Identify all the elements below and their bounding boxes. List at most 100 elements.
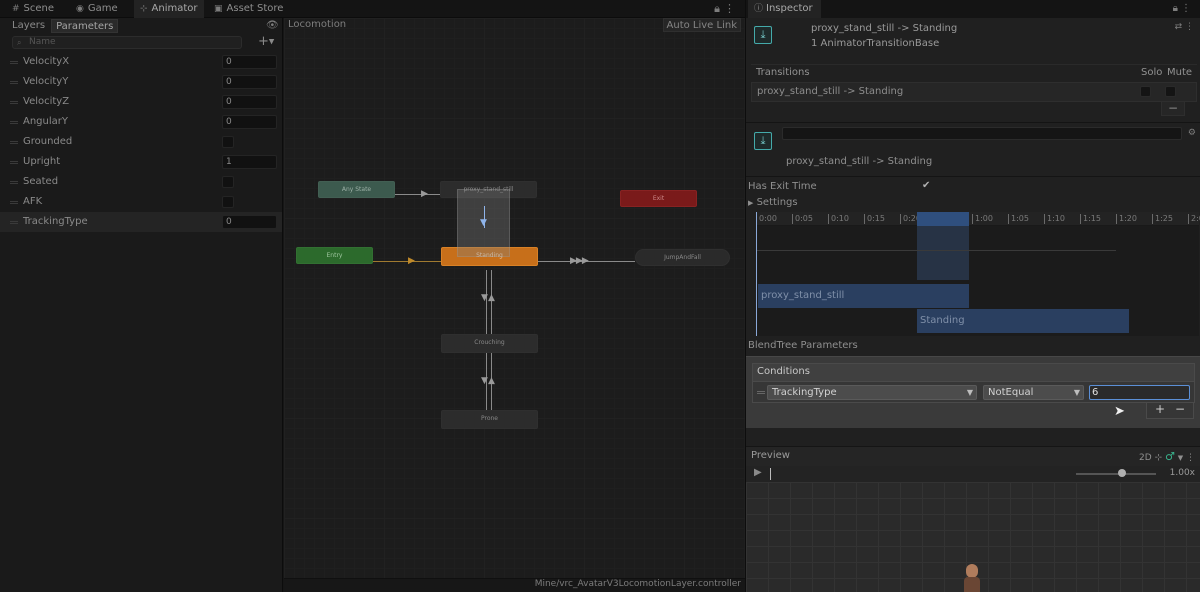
state-any-state[interactable]: Any State <box>318 181 395 198</box>
preview-viewport[interactable] <box>746 482 1200 592</box>
gear-icon[interactable]: ⚙ <box>1188 128 1196 138</box>
timeline-tick-label: 1:00 <box>972 214 993 224</box>
settings-foldout[interactable]: ▶ Settings <box>748 197 798 208</box>
parameter-search-input[interactable]: ⌕ Name <box>12 36 242 49</box>
pivot-icon[interactable]: ⊹ <box>1155 453 1163 463</box>
preview-2d-toggle[interactable]: 2D <box>1139 453 1152 463</box>
parameter-value-field[interactable]: 0 <box>222 215 277 229</box>
transition-row[interactable]: proxy_stand_still -> Standing <box>751 82 1197 102</box>
parameter-row[interactable]: Grounded <box>0 132 282 152</box>
lock-icon[interactable]: 🔒︎ <box>1173 3 1181 14</box>
transition-line[interactable] <box>486 270 487 336</box>
tab-asset-store[interactable]: ▣ Asset Store <box>208 0 289 18</box>
drag-handle-icon[interactable] <box>10 161 18 164</box>
state-entry[interactable]: Entry <box>296 247 373 264</box>
speed-slider-knob[interactable] <box>1118 469 1126 477</box>
add-condition-button[interactable]: + <box>1155 402 1165 416</box>
inspector-header: ⤓ proxy_stand_still -> Standing 1 Animat… <box>746 18 1200 60</box>
drag-handle-icon[interactable] <box>10 121 18 124</box>
drag-handle-icon[interactable] <box>10 81 18 84</box>
avatar-body <box>964 577 980 592</box>
parameter-bool-checkbox[interactable] <box>222 196 234 208</box>
parameter-row[interactable]: VelocityX 0 <box>0 52 282 72</box>
tab-animator[interactable]: ⊹ Animator <box>134 0 204 18</box>
remove-transition-button[interactable]: − <box>1161 102 1185 116</box>
transition-timeline[interactable]: 0:000:050:100:150:200:251:001:051:101:15… <box>756 212 1200 336</box>
state-jump-and-fall[interactable]: JumpAndFall <box>635 249 730 266</box>
drag-handle-icon[interactable] <box>10 101 18 104</box>
tab-scene[interactable]: # Scene <box>6 0 60 18</box>
parameter-row[interactable]: VelocityZ 0 <box>0 92 282 112</box>
chevron-down-icon: ▼ <box>1073 388 1080 397</box>
parameter-row[interactable]: VelocityY 0 <box>0 72 282 92</box>
kebab-menu-icon[interactable]: ⋮ <box>1185 22 1194 32</box>
kebab-menu-icon[interactable]: ⋮ <box>724 2 739 15</box>
parameter-row[interactable]: AngularY 0 <box>0 112 282 132</box>
state-prone[interactable]: Prone <box>441 410 538 429</box>
solo-checkbox[interactable] <box>1140 86 1151 97</box>
preview-playbar: ▶ 1.00x <box>746 466 1200 482</box>
tab-menu-icons[interactable]: 🔒︎⋮ <box>714 2 739 16</box>
parameter-value-field[interactable]: 0 <box>222 95 277 109</box>
lock-icon[interactable]: 🔒︎ <box>714 2 724 15</box>
condition-row[interactable]: TrackingType ▼ NotEqual ▼ 6 <box>752 381 1195 403</box>
transition-line[interactable] <box>491 270 492 336</box>
animator-graph[interactable]: Locomotion Auto Live Link ▶ ▶ ▶▶▶ ▼ ▲ ▼ … <box>284 18 745 592</box>
inspector-tabbar: ⓘ Inspector 🔒︎⋮ <box>746 0 1200 18</box>
avatar-figure-icon[interactable]: ♂ <box>1165 450 1175 463</box>
state-exit[interactable]: Exit <box>620 190 697 207</box>
condition-value-input[interactable]: 6 <box>1089 385 1190 400</box>
parameter-bool-checkbox[interactable] <box>222 176 234 188</box>
drag-handle-icon[interactable] <box>10 61 18 64</box>
drag-handle-icon[interactable] <box>10 141 18 144</box>
timeline-tick-label: 1:05 <box>1008 214 1029 224</box>
preview-scrubber[interactable] <box>770 468 771 480</box>
drag-handle-icon[interactable] <box>757 391 765 394</box>
has-exit-time-checkbox[interactable]: ✔ <box>922 180 930 191</box>
tab-inspector[interactable]: ⓘ Inspector <box>748 0 821 18</box>
transition-range-handle[interactable] <box>917 212 969 226</box>
parameter-row[interactable]: AFK <box>0 192 282 212</box>
tab-layers[interactable]: Layers <box>8 19 49 33</box>
speed-slider-track[interactable] <box>1076 473 1156 475</box>
auto-live-link-button[interactable]: Auto Live Link <box>662 18 741 32</box>
add-parameter-button[interactable]: +▼ <box>258 34 274 49</box>
parameter-row[interactable]: Seated <box>0 172 282 192</box>
parameter-row[interactable]: Upright 1 <box>0 152 282 172</box>
settings-sliders-icon[interactable]: ⇄ <box>1175 22 1183 32</box>
drag-handle-icon[interactable] <box>10 181 18 184</box>
breadcrumb[interactable]: Locomotion <box>288 18 346 32</box>
source-state-bar[interactable]: proxy_stand_still <box>758 284 969 308</box>
destination-state-bar[interactable]: Standing <box>917 309 1129 333</box>
parameter-value-field[interactable]: 0 <box>222 115 277 129</box>
eye-icon[interactable]: 👁︎ <box>266 20 279 31</box>
tab-animator-label: Animator <box>151 3 198 14</box>
parameter-value-field[interactable]: 1 <box>222 155 277 169</box>
parameter-row[interactable]: TrackingType 0 <box>0 212 282 232</box>
divider <box>746 122 1200 123</box>
transition-name-field[interactable] <box>782 127 1182 140</box>
play-icon[interactable]: ▶ <box>754 467 762 478</box>
condition-mode-dropdown[interactable]: NotEqual ▼ <box>983 385 1084 400</box>
transition-line[interactable] <box>395 194 440 195</box>
drag-handle-icon[interactable] <box>10 201 18 204</box>
parameter-bool-checkbox[interactable] <box>222 136 234 148</box>
arrow-down-icon: ▼ <box>481 376 488 386</box>
transition-line[interactable] <box>373 261 441 262</box>
mute-checkbox[interactable] <box>1165 86 1176 97</box>
tab-game[interactable]: ◉ Game <box>70 0 124 18</box>
chevron-down-icon: ▼ <box>966 388 973 397</box>
kebab-menu-icon[interactable]: ⋮ <box>1186 453 1195 463</box>
remove-condition-button[interactable]: − <box>1175 402 1185 416</box>
timeline-playhead[interactable] <box>756 212 757 336</box>
timeline-ruler[interactable]: 0:000:050:100:150:200:251:001:051:101:15… <box>756 212 1200 226</box>
state-crouching[interactable]: Crouching <box>441 334 538 353</box>
parameter-value-field[interactable]: 0 <box>222 75 277 89</box>
kebab-menu-icon[interactable]: ⋮ <box>1181 3 1194 14</box>
parameter-value-field[interactable]: 0 <box>222 55 277 69</box>
drag-handle-icon[interactable] <box>10 221 18 224</box>
tab-parameters[interactable]: Parameters <box>51 19 119 33</box>
condition-parameter-dropdown[interactable]: TrackingType ▼ <box>767 385 977 400</box>
arrow-up-icon: ▲ <box>488 293 495 303</box>
chevron-down-icon[interactable]: ▼ <box>1178 454 1183 462</box>
